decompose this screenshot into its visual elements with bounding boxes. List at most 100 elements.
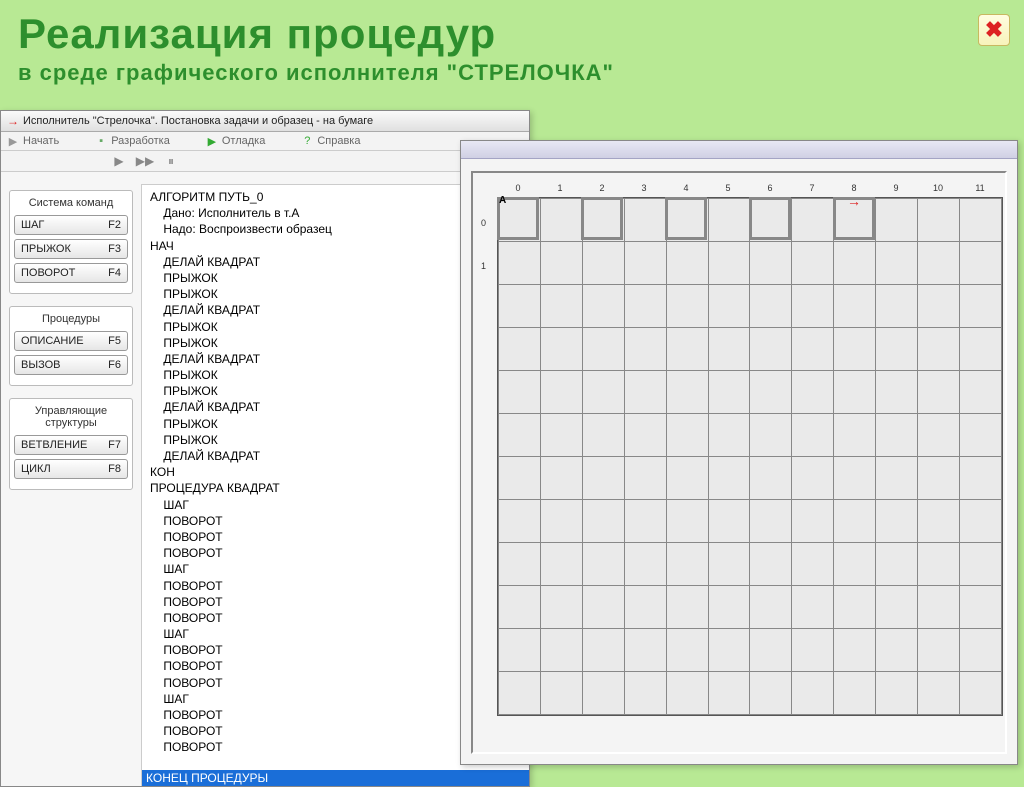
grid-cell[interactable] (624, 328, 666, 371)
grid-cell[interactable] (918, 328, 960, 371)
grid-cell[interactable] (666, 457, 708, 500)
grid-cell[interactable] (750, 242, 792, 285)
grid-cell[interactable] (876, 371, 918, 414)
grid-cell[interactable] (540, 328, 582, 371)
grid-cell[interactable] (582, 586, 624, 629)
grid-cell[interactable] (540, 500, 582, 543)
grid-cell[interactable] (792, 199, 834, 242)
cmd-button-вызов[interactable]: ВЫЗОВF6 (14, 355, 128, 375)
grid-cell[interactable] (834, 328, 876, 371)
menu-item-3[interactable]: ?Справка (301, 135, 360, 147)
grid-cell[interactable] (834, 500, 876, 543)
grid-cell[interactable] (708, 414, 750, 457)
grid-cell[interactable] (666, 371, 708, 414)
playback-btn-1[interactable]: ▶▶ (137, 153, 153, 169)
grid-cell[interactable] (540, 199, 582, 242)
grid-cell[interactable] (708, 328, 750, 371)
grid-cell[interactable] (624, 371, 666, 414)
grid-cell[interactable] (834, 371, 876, 414)
menu-item-1[interactable]: ▪Разработка (95, 135, 170, 147)
grid-cell[interactable] (876, 328, 918, 371)
grid-cell[interactable] (876, 500, 918, 543)
grid-cell[interactable] (750, 586, 792, 629)
grid-cell[interactable] (792, 457, 834, 500)
grid-cell[interactable] (666, 586, 708, 629)
grid-cell[interactable] (792, 285, 834, 328)
grid-cell[interactable] (540, 414, 582, 457)
grid-cell[interactable] (540, 242, 582, 285)
grid-cell[interactable] (876, 672, 918, 715)
grid-cell[interactable] (876, 414, 918, 457)
grid-cell[interactable] (918, 457, 960, 500)
grid-cell[interactable] (708, 586, 750, 629)
grid-cell[interactable] (582, 672, 624, 715)
grid-cell[interactable] (792, 414, 834, 457)
grid-cell[interactable] (959, 328, 1001, 371)
grid-cell[interactable] (750, 328, 792, 371)
grid-cell[interactable] (959, 586, 1001, 629)
grid-cell[interactable] (666, 672, 708, 715)
canvas-titlebar[interactable] (461, 141, 1017, 159)
grid-cell[interactable] (582, 371, 624, 414)
grid-cell[interactable] (666, 500, 708, 543)
grid-cell[interactable] (499, 500, 541, 543)
grid-cell[interactable] (624, 629, 666, 672)
cmd-button-прыжок[interactable]: ПРЫЖОКF3 (14, 239, 128, 259)
grid-cell[interactable] (708, 500, 750, 543)
grid-cell[interactable] (959, 543, 1001, 586)
grid-cell[interactable] (582, 629, 624, 672)
grid-cell[interactable] (582, 414, 624, 457)
grid-cell[interactable] (834, 457, 876, 500)
grid-cell[interactable] (959, 457, 1001, 500)
grid-cell[interactable] (666, 543, 708, 586)
grid-cell[interactable] (624, 414, 666, 457)
grid-cell[interactable] (750, 371, 792, 414)
grid-cell[interactable] (540, 672, 582, 715)
grid-cell[interactable] (959, 629, 1001, 672)
grid-cell[interactable] (876, 242, 918, 285)
grid-cell[interactable] (918, 629, 960, 672)
grid-cell[interactable] (750, 500, 792, 543)
close-slide-button[interactable]: ✖ (978, 14, 1010, 46)
grid-cell[interactable] (708, 672, 750, 715)
grid-cell[interactable] (834, 672, 876, 715)
grid-cell[interactable] (708, 457, 750, 500)
grid-cell[interactable] (582, 457, 624, 500)
grid-cell[interactable] (918, 672, 960, 715)
grid-cell[interactable] (499, 586, 541, 629)
grid-cell[interactable] (540, 543, 582, 586)
grid-cell[interactable] (750, 285, 792, 328)
grid-cell[interactable] (959, 371, 1001, 414)
grid-cell[interactable] (918, 500, 960, 543)
menu-item-0[interactable]: ▶Начать (7, 135, 59, 147)
grid-cell[interactable] (918, 285, 960, 328)
playback-btn-0[interactable]: ▶ (111, 153, 127, 169)
grid-cell[interactable] (666, 328, 708, 371)
grid-cell[interactable] (918, 414, 960, 457)
grid-cell[interactable] (792, 242, 834, 285)
grid-cell[interactable] (918, 199, 960, 242)
grid-cell[interactable] (540, 371, 582, 414)
grid-cell[interactable] (876, 586, 918, 629)
grid-cell[interactable] (499, 629, 541, 672)
grid-cell[interactable] (540, 586, 582, 629)
grid-cell[interactable] (499, 414, 541, 457)
canvas-area[interactable]: 0123456789101101А→ (471, 171, 1007, 754)
grid-cell[interactable] (708, 629, 750, 672)
grid-cell[interactable] (499, 242, 541, 285)
playback-btn-2[interactable]: ⏸ (163, 153, 179, 169)
grid-cell[interactable] (708, 242, 750, 285)
grid-cell[interactable] (792, 500, 834, 543)
grid-cell[interactable] (666, 629, 708, 672)
grid-cell[interactable] (499, 543, 541, 586)
grid-cell[interactable] (540, 457, 582, 500)
grid-cell[interactable] (876, 629, 918, 672)
grid-cell[interactable] (834, 629, 876, 672)
grid-cell[interactable] (876, 457, 918, 500)
grid-area[interactable] (497, 197, 1003, 716)
grid-cell[interactable] (708, 285, 750, 328)
grid-cell[interactable] (624, 500, 666, 543)
grid-cell[interactable] (624, 242, 666, 285)
grid-cell[interactable] (918, 371, 960, 414)
cmd-button-поворот[interactable]: ПОВОРОТF4 (14, 263, 128, 283)
